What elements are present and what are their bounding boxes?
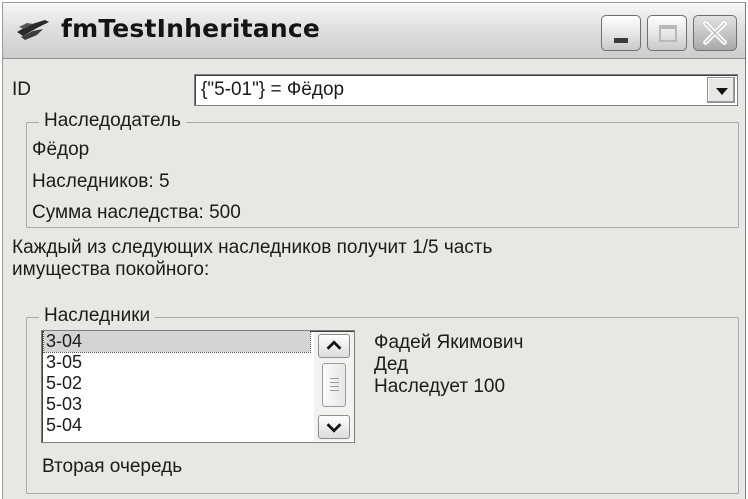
grip-line xyxy=(330,382,339,383)
minimize-button[interactable] xyxy=(601,15,641,51)
heir-relation: Дед xyxy=(374,354,409,375)
minimize-icon xyxy=(614,38,628,43)
scroll-up-button[interactable] xyxy=(318,334,350,358)
id-combobox-value: {"5-01"} = Фёдор xyxy=(201,79,345,100)
list-item[interactable]: 5-03 xyxy=(46,394,82,415)
inheritance-app-icon xyxy=(17,20,49,40)
maximize-button[interactable] xyxy=(647,15,687,51)
scroll-thumb[interactable] xyxy=(322,363,346,407)
main-window: fmTestInheritance ID {"5-01"} = Фёдор На… xyxy=(2,2,746,499)
close-icon xyxy=(703,21,727,45)
maximize-icon xyxy=(659,25,677,42)
testator-name: Фёдор xyxy=(32,139,90,160)
grip-line xyxy=(330,386,339,387)
window-title: fmTestInheritance xyxy=(61,14,320,43)
close-button[interactable] xyxy=(693,15,737,51)
list-item[interactable]: 5-02 xyxy=(46,373,82,394)
list-item[interactable]: 3-04 xyxy=(43,331,311,353)
grip-line xyxy=(330,390,339,391)
heirs-listbox[interactable]: 3-04 3-05 5-02 5-03 5-04 xyxy=(41,330,355,443)
message-line-2: имущества покойного: xyxy=(12,259,210,280)
id-combobox[interactable]: {"5-01"} = Фёдор xyxy=(194,74,738,106)
heir-name: Фадей Якимович xyxy=(374,332,524,353)
chevron-down-icon xyxy=(716,88,728,95)
id-combobox-dropdown-button[interactable] xyxy=(707,77,735,103)
id-label: ID xyxy=(12,79,31,100)
heirs-listbox-scrollbar[interactable] xyxy=(314,332,354,441)
testator-caption: Наследодатель xyxy=(39,110,186,132)
inheritance-sum: Сумма наследства: 500 xyxy=(32,202,241,223)
scroll-down-button[interactable] xyxy=(318,415,350,439)
list-item[interactable]: 3-05 xyxy=(46,352,82,373)
heir-share: Наследует 100 xyxy=(374,376,506,397)
heirs-count: Наследников: 5 xyxy=(32,171,170,192)
grip-line xyxy=(330,378,339,379)
list-item[interactable]: 5-04 xyxy=(46,415,82,436)
chevron-down-icon xyxy=(326,423,342,433)
title-bar[interactable]: fmTestInheritance xyxy=(3,3,745,59)
heirs-caption: Наследники xyxy=(39,305,156,327)
chevron-up-icon xyxy=(326,340,342,350)
inheritance-order: Вторая очередь xyxy=(42,456,183,477)
message-line-1: Каждый из следующих наследников получит … xyxy=(12,237,493,258)
